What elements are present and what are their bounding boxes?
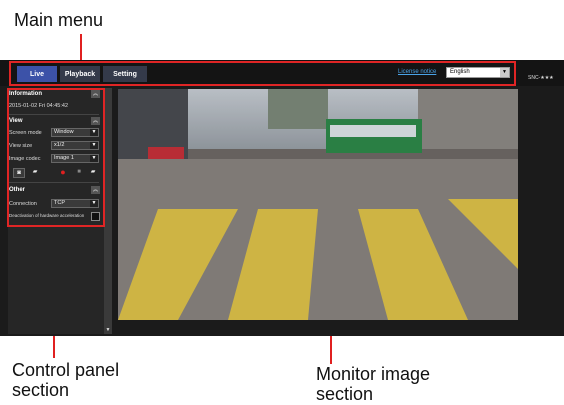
monitor-callout-line1: Monitor image [316, 364, 431, 384]
monitor-image [118, 89, 518, 320]
scroll-down-icon[interactable]: ▼ [104, 326, 112, 334]
control-panel-callout-line2: section [12, 380, 70, 400]
panel-scrollbar[interactable]: ▼ [104, 88, 112, 334]
control-panel-callout-line1: Control panel [12, 360, 120, 380]
main-menu-leader [80, 34, 82, 62]
monitor-callout-line2: section [316, 384, 374, 404]
model-name: SNC-★★★ [528, 75, 554, 81]
main-menu-callout: Main menu [14, 10, 104, 30]
control-panel-highlight [7, 88, 105, 227]
main-menu-highlight [9, 61, 516, 86]
street-scene-image [118, 89, 518, 320]
monitor-callout: Monitor image section [316, 364, 430, 404]
control-panel-callout: Control panel section [12, 360, 119, 400]
